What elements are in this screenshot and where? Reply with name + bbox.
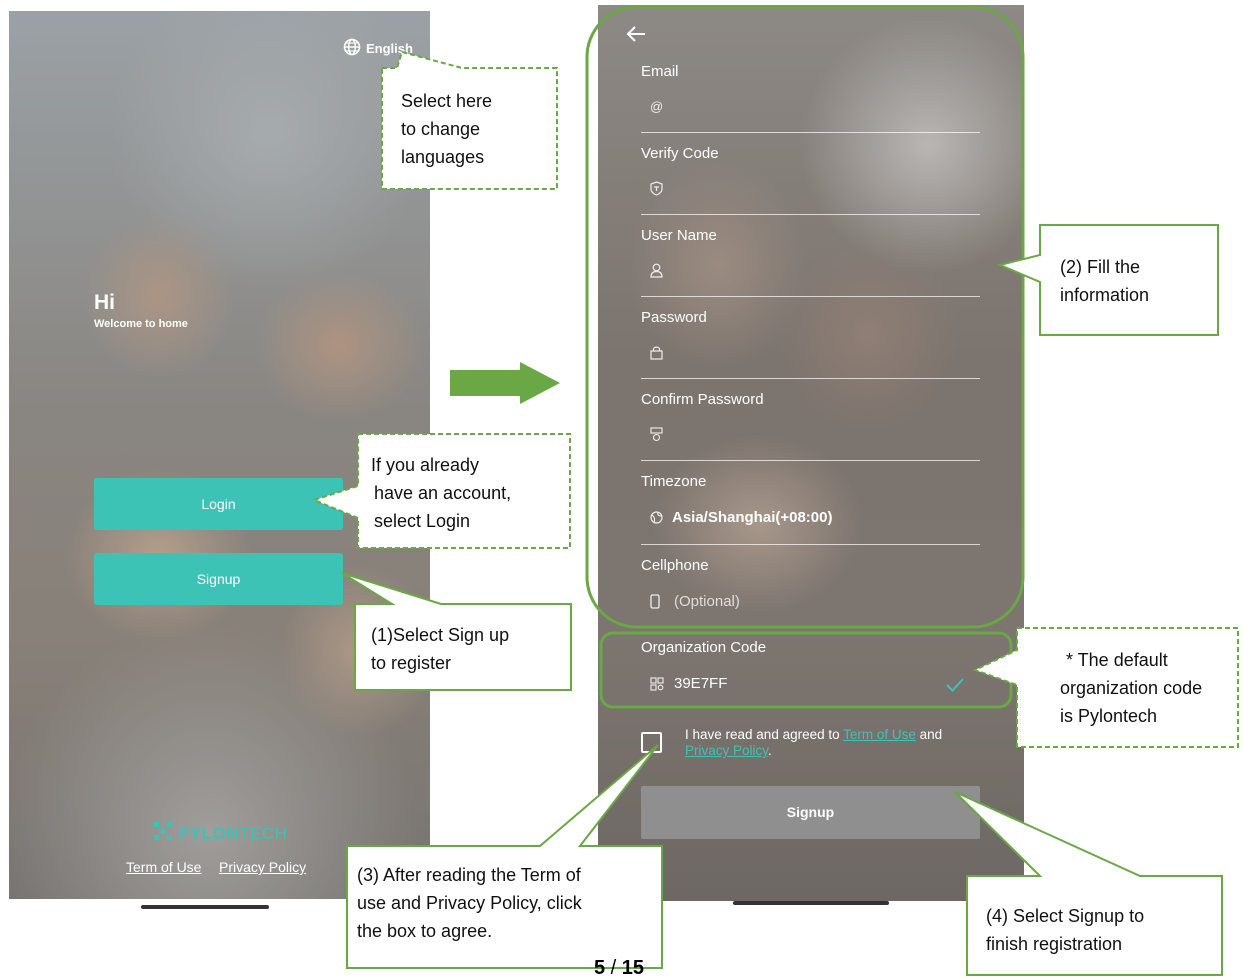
callout-line: to change [401,119,481,139]
callout-fill-info: (2) Fill the information [1060,253,1149,309]
page-separator: / [605,957,622,979]
callout-line: the box to agree. [357,921,493,941]
callout-line: (4) Select Signup to [986,906,1145,926]
callout-agree: (3) After reading the Term of use and Pr… [357,861,582,945]
callout-finish: (4) Select Signup to finish registration [986,902,1144,958]
callout-signup: (1)Select Sign up to register [371,621,509,677]
callout-line: select Login [374,511,471,531]
callout-line: organization code [1060,678,1203,698]
page-number: 5 / 15 [594,957,644,980]
callout-org-code: * The default organization code is Pylon… [1060,646,1202,730]
callout-line: use and Privacy Policy, click [357,893,582,913]
callout-line: If you already [371,455,480,475]
callout-line: is Pylontech [1060,706,1158,726]
callout-languages: Select here to change languages [401,87,492,171]
callout-line: * The default [1066,650,1168,670]
callout-line: finish registration [986,934,1123,954]
page-total: 15 [621,957,645,979]
page-current: 5 [594,957,606,979]
callout-line: have an account, [374,483,512,503]
callout-line: (3) After reading the Term of [357,865,581,885]
callout-login: If you already have an account, select L… [371,451,511,535]
annotation-overlay [311,5,1239,976]
callout-line: to register [371,653,452,673]
callout-line: (2) Fill the [1060,257,1141,277]
callout-line: Select here [401,91,493,111]
callout-line: (1)Select Sign up [371,625,510,645]
callout-line: information [1060,285,1150,305]
callout-line: languages [401,147,485,167]
